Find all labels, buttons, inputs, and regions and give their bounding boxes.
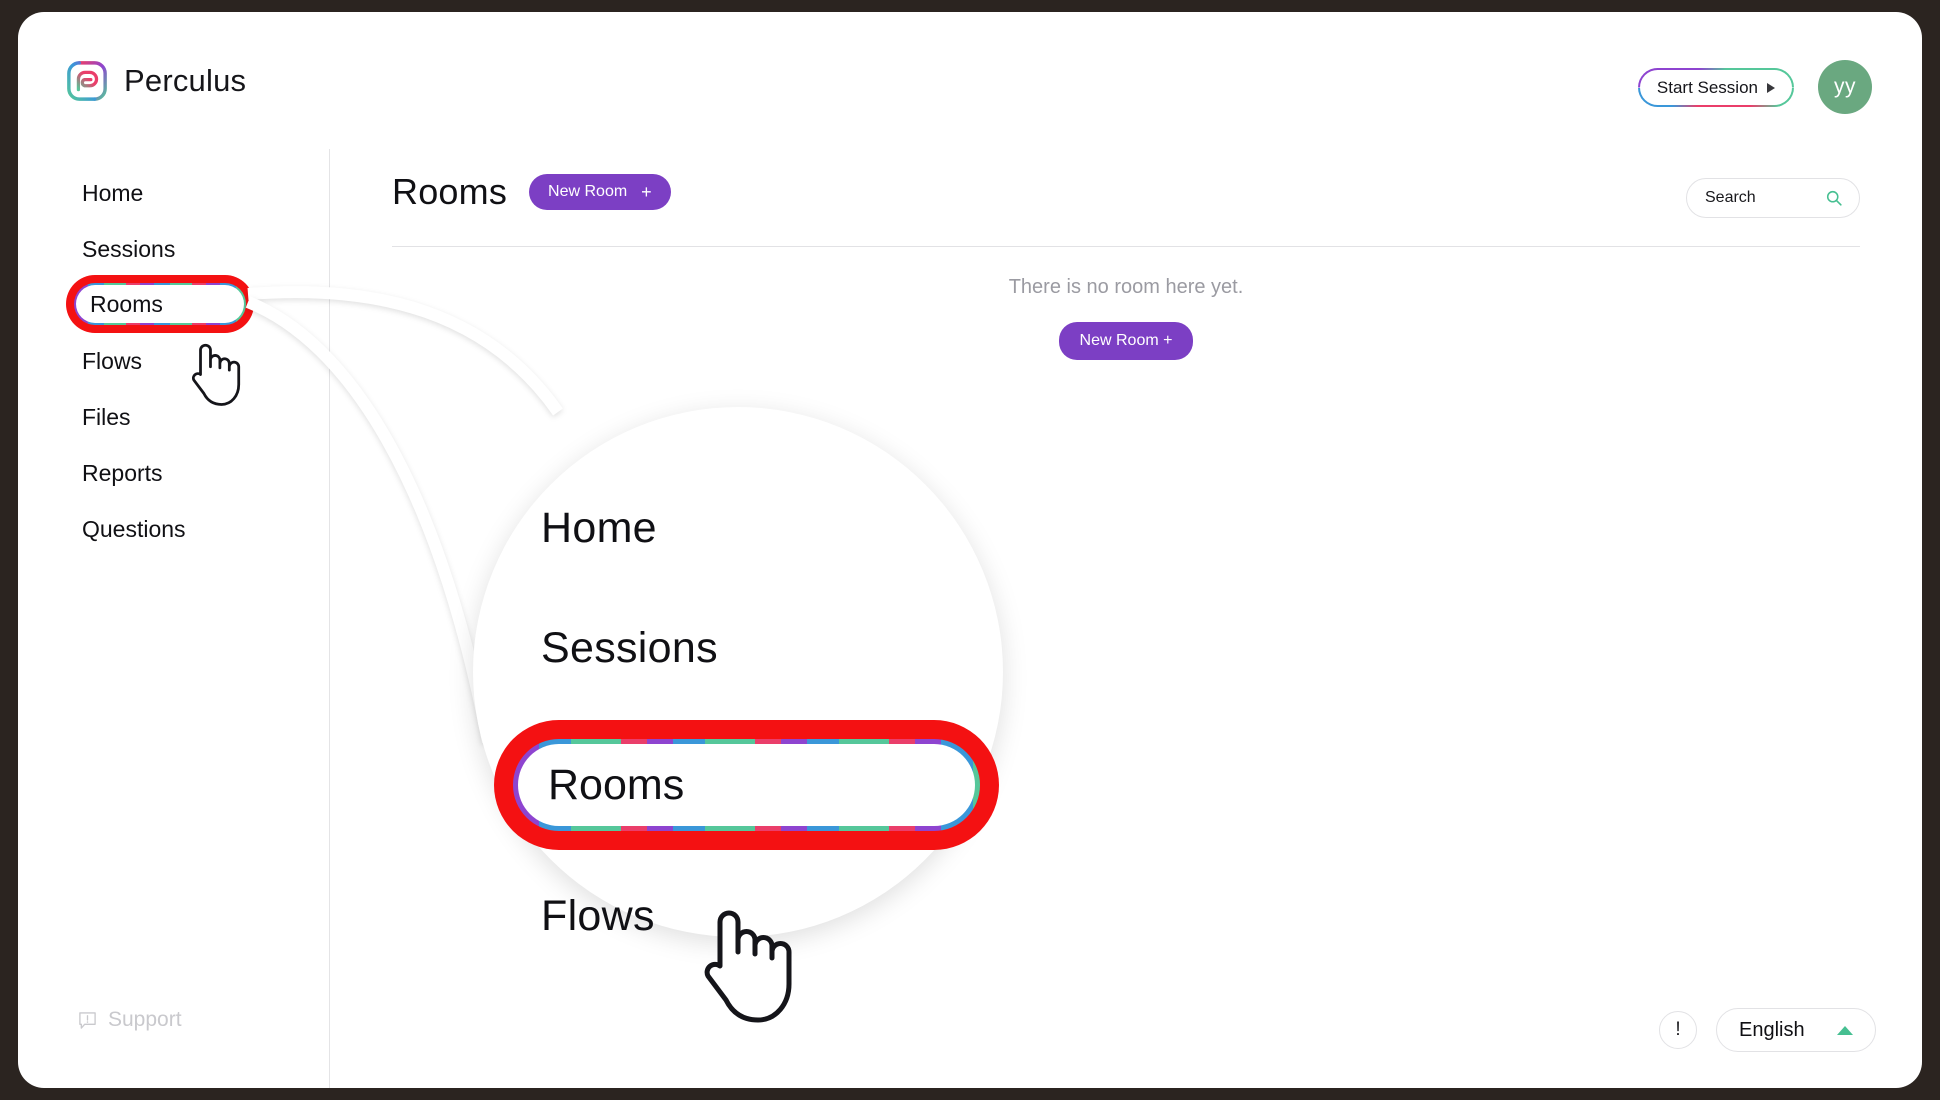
help-bubble-icon	[79, 1011, 96, 1029]
page-header: Rooms New Room +	[392, 171, 671, 213]
perculus-spiral-logo-icon	[67, 61, 107, 101]
app-window: Perculus Start Session yy Home Sessions	[18, 12, 1922, 1088]
search-input[interactable]	[1703, 188, 1825, 208]
footer-controls: ! English	[1659, 1008, 1876, 1052]
support-link[interactable]: Support	[78, 1008, 182, 1032]
sidebar-item-home[interactable]: Home	[18, 173, 329, 213]
sidebar-item-sessions[interactable]: Sessions	[18, 229, 329, 269]
page-title: Rooms	[392, 171, 508, 212]
language-label: English	[1739, 1018, 1805, 1041]
plus-icon: +	[641, 182, 652, 202]
new-room-button-empty-state[interactable]: New Room +	[1058, 322, 1194, 360]
play-triangle-icon	[1767, 82, 1775, 93]
support-label: Support	[108, 1008, 182, 1031]
chevron-up-icon	[1837, 1025, 1853, 1035]
language-selector[interactable]: English	[1716, 1008, 1876, 1052]
rooms-red-highlight-ring: Rooms	[66, 275, 254, 333]
sidebar-item-label: Reports	[82, 459, 163, 486]
sidebar-item-questions[interactable]: Questions	[18, 509, 329, 549]
content-divider	[392, 246, 1860, 247]
top-bar: Perculus Start Session yy	[18, 12, 1922, 149]
brand-name: Perculus	[124, 63, 247, 98]
new-room-label: New Room	[548, 183, 628, 200]
screen-backdrop: Perculus Start Session yy Home Sessions	[0, 0, 1940, 1100]
sidebar-item-label: Files	[82, 403, 131, 430]
sidebar-item-label: Questions	[82, 515, 186, 542]
sidebar-item-label: Home	[82, 179, 144, 206]
avatar[interactable]: yy	[1818, 60, 1872, 114]
empty-state-message: There is no room here yet.	[1008, 276, 1244, 298]
sidebar-item-files[interactable]: Files	[18, 397, 329, 437]
start-session-inner: Start Session	[1639, 70, 1792, 105]
sidebar-item-label: Rooms	[76, 285, 244, 323]
rooms-gradient-border: Rooms	[74, 283, 246, 325]
info-icon: !	[1675, 1019, 1681, 1040]
search-icon[interactable]	[1825, 189, 1843, 207]
new-room-button-header[interactable]: New Room +	[529, 174, 671, 210]
empty-state: There is no room here yet. New Room +	[330, 276, 1922, 360]
sidebar-item-reports[interactable]: Reports	[18, 453, 329, 493]
brand-logo[interactable]: Perculus	[66, 60, 246, 102]
sidebar-nav: Home Sessions Rooms Flows Files Reports …	[18, 173, 329, 565]
start-session-button[interactable]: Start Session	[1638, 68, 1794, 107]
main-content: Rooms New Room + There is no room here y…	[330, 149, 1922, 1088]
search-box[interactable]	[1686, 178, 1860, 218]
new-room-label: New Room +	[1079, 332, 1173, 349]
start-session-label: Start Session	[1656, 77, 1758, 97]
avatar-initials: yy	[1834, 75, 1856, 98]
sidebar-item-label: Sessions	[82, 235, 176, 262]
info-button[interactable]: !	[1659, 1011, 1697, 1049]
sidebar-item-rooms[interactable]: Rooms	[18, 275, 329, 333]
sidebar: Home Sessions Rooms Flows Files Reports …	[18, 149, 330, 1088]
sidebar-item-flows[interactable]: Flows	[18, 341, 329, 381]
sidebar-item-label: Flows	[82, 347, 143, 374]
